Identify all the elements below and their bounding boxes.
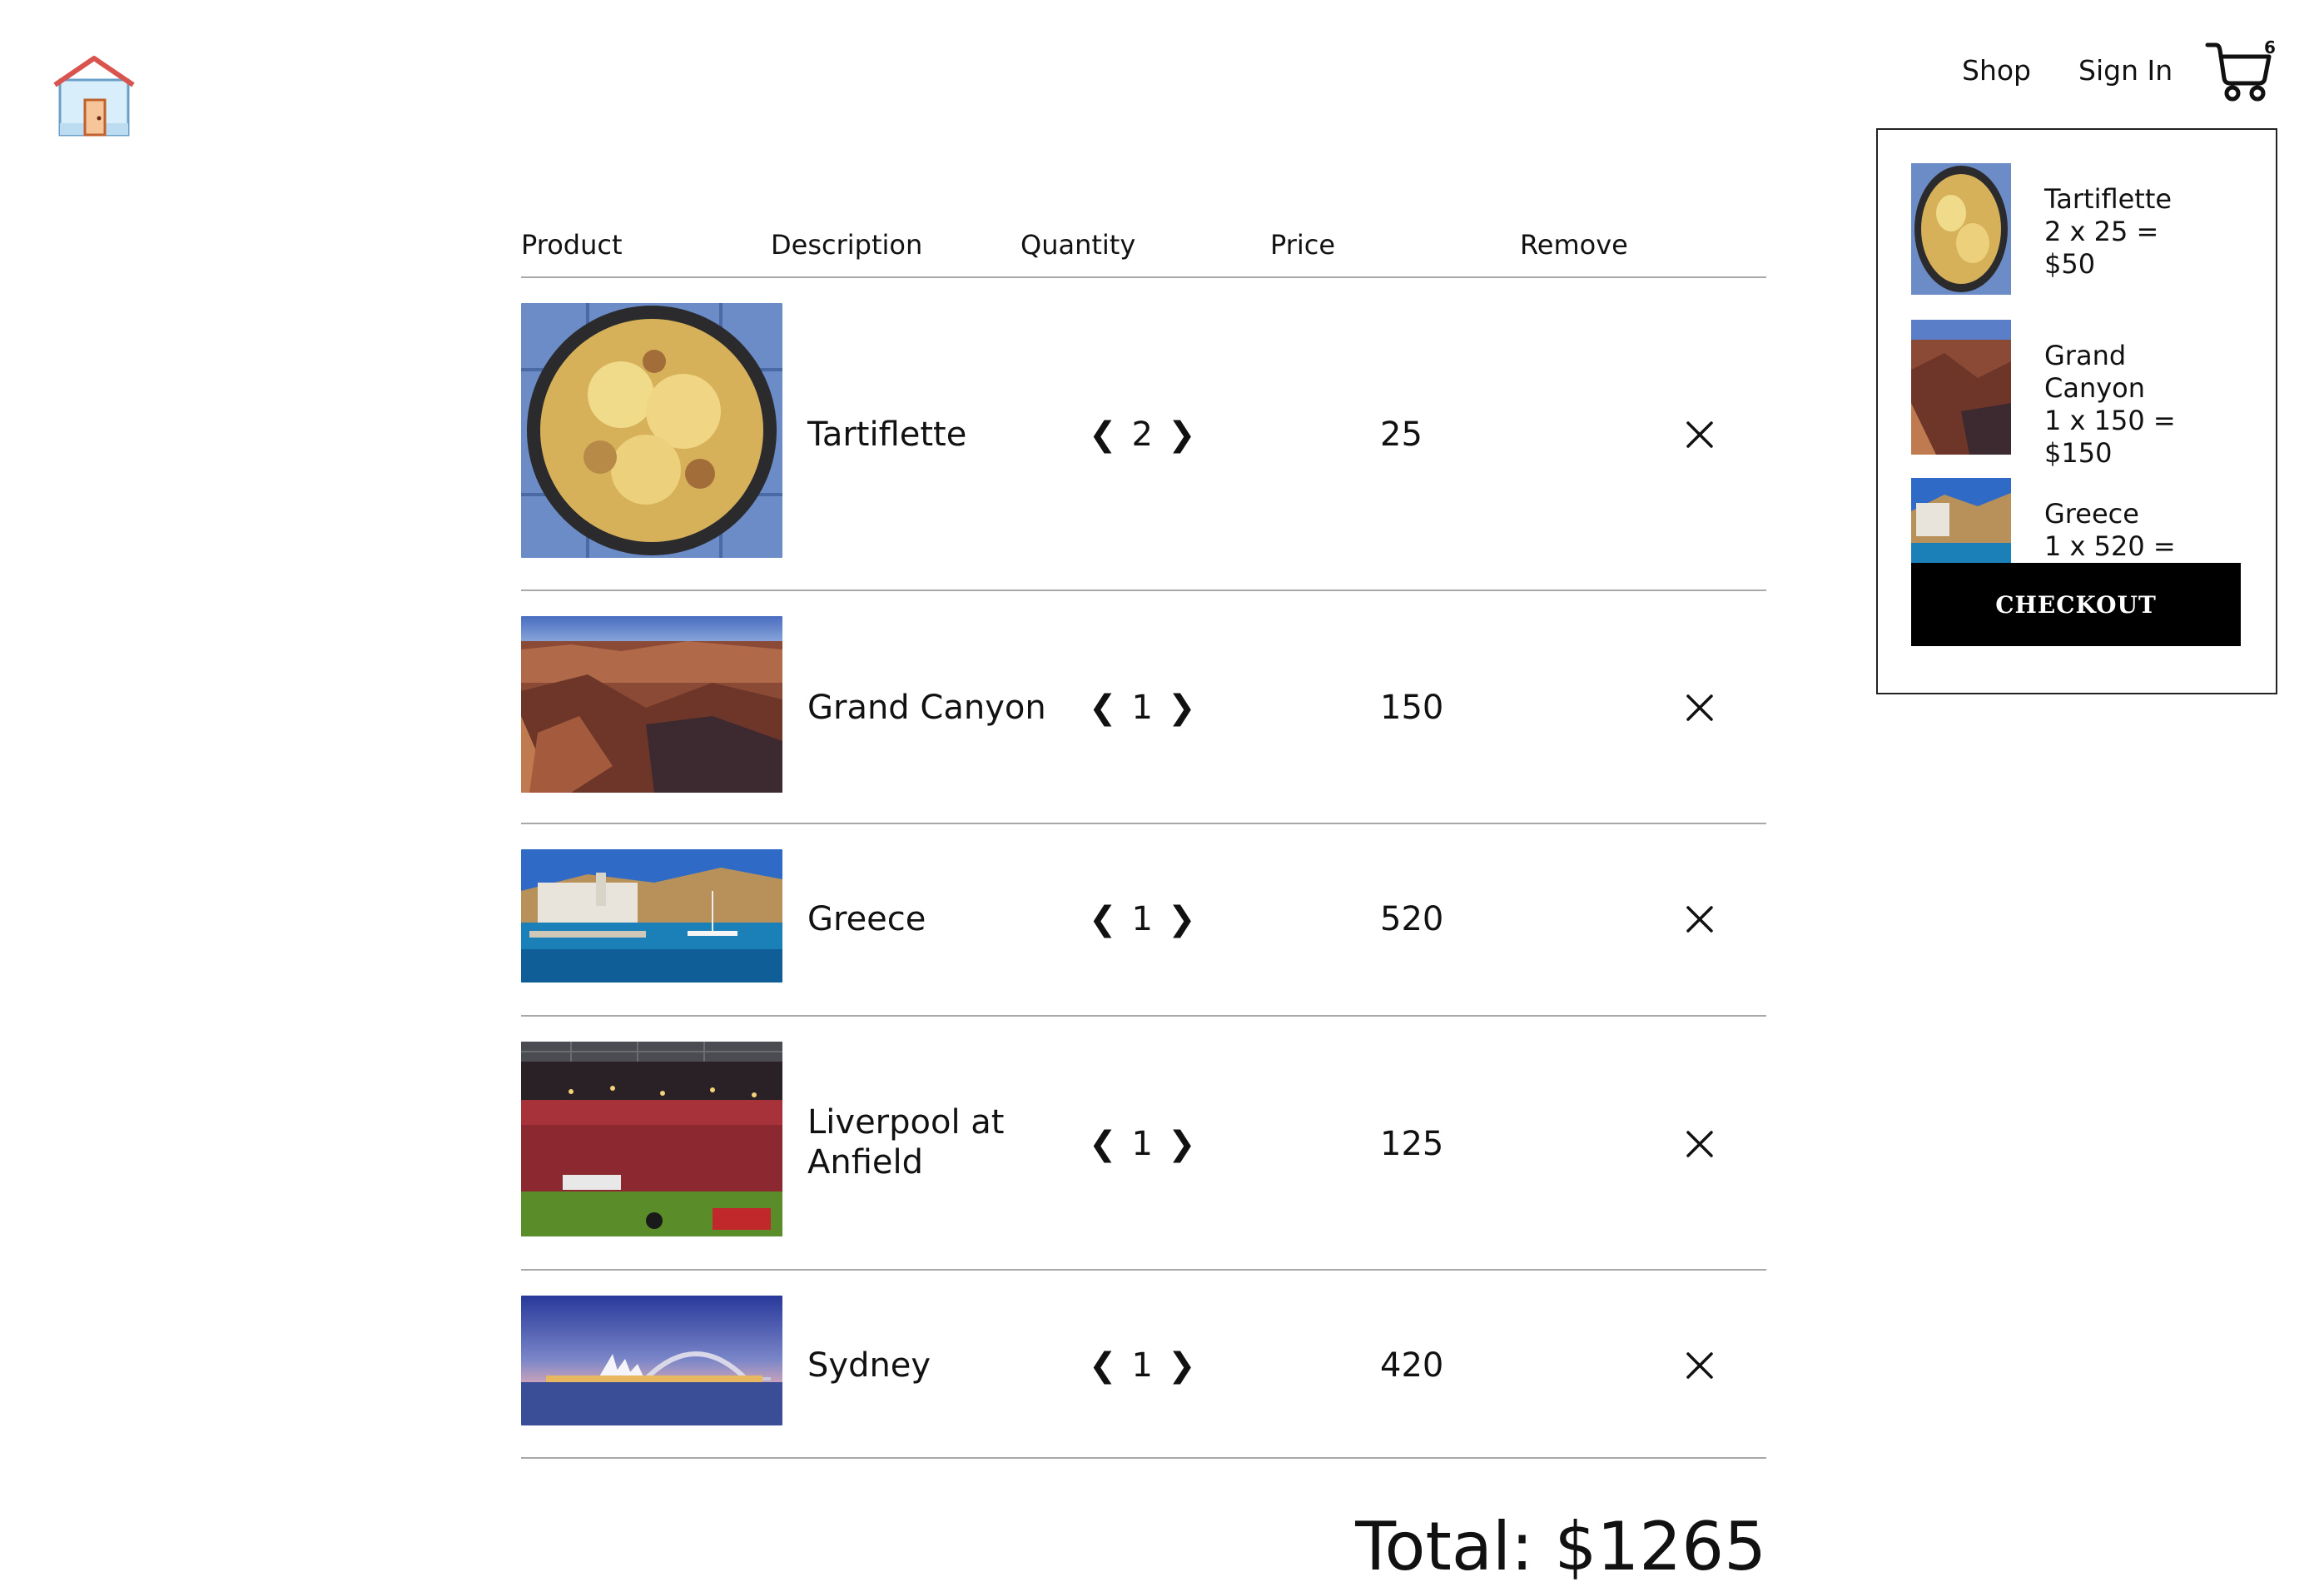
decrease-quantity-button[interactable]: ❮ [1089, 1124, 1117, 1164]
remove-button[interactable] [1683, 1127, 1716, 1161]
column-header-quantity: Quantity [1020, 229, 1136, 261]
increase-quantity-button[interactable]: ❯ [1168, 1124, 1196, 1164]
cart-item-line: Tartiflette [2044, 183, 2173, 215]
increase-quantity-button[interactable]: ❯ [1168, 1346, 1196, 1386]
decrease-quantity-button[interactable]: ❮ [1089, 688, 1117, 728]
quantity-value: 1 [1131, 900, 1153, 938]
product-image [521, 1042, 782, 1236]
product-description: Liverpool at Anfield [807, 1103, 1005, 1182]
order-total: Total: $1265 [1355, 1508, 1766, 1585]
row-divider [521, 1457, 1766, 1459]
quantity-value: 2 [1131, 415, 1153, 454]
cart-item-line: $50 [2044, 248, 2096, 280]
cart-item-line: Greece [2044, 498, 2139, 530]
product-price: 25 [1380, 415, 1423, 454]
quantity-stepper: ❮ 1 ❯ [1089, 1346, 1195, 1386]
close-icon [1686, 421, 1713, 448]
product-description: Greece [807, 900, 926, 938]
quantity-stepper: ❮ 1 ❯ [1089, 688, 1195, 728]
close-icon [1686, 694, 1713, 721]
product-image [521, 303, 782, 558]
cart-dropdown-list[interactable]: Tartiflette 2 x 25 = $50 Grand Canyon 1 … [1911, 163, 2252, 606]
quantity-stepper: ❮ 1 ❯ [1089, 899, 1195, 939]
cart-item-line: 1 x 520 = [2044, 530, 2176, 562]
product-description: Grand Canyon [807, 689, 1046, 727]
close-icon [1686, 906, 1713, 933]
cart-dropdown: Tartiflette 2 x 25 = $50 Grand Canyon 1 … [1876, 128, 2277, 694]
remove-button[interactable] [1683, 903, 1716, 936]
product-price: 520 [1380, 900, 1444, 938]
decrease-quantity-button[interactable]: ❮ [1089, 415, 1117, 455]
row-divider [521, 590, 1766, 591]
column-header-description: Description [771, 229, 923, 261]
product-price: 150 [1380, 689, 1444, 727]
remove-button[interactable] [1683, 1349, 1716, 1382]
quantity-value: 1 [1131, 1125, 1153, 1163]
nav-shop-link[interactable]: Shop [1962, 52, 2031, 90]
product-description: Tartiflette [807, 415, 967, 454]
checkout-button[interactable]: CHECKOUT [1911, 563, 2241, 646]
decrease-quantity-button[interactable]: ❮ [1089, 1346, 1117, 1386]
column-header-remove: Remove [1520, 229, 1628, 261]
cart-item-thumbnail [1911, 320, 2011, 455]
increase-quantity-button[interactable]: ❯ [1168, 688, 1196, 728]
product-price: 125 [1380, 1125, 1444, 1163]
cart-item-line: 2 x 25 = [2044, 216, 2159, 247]
product-image [521, 849, 782, 983]
cart-item-line: Grand [2044, 340, 2127, 371]
quantity-stepper: ❮ 2 ❯ [1089, 415, 1195, 455]
row-divider [521, 1269, 1766, 1271]
cart-item-line: Canyon [2044, 372, 2146, 404]
increase-quantity-button[interactable]: ❯ [1168, 899, 1196, 939]
table-divider [521, 276, 1766, 278]
home-logo[interactable] [52, 52, 137, 140]
house-icon [53, 56, 135, 137]
product-description: Sydney [807, 1346, 931, 1385]
cart-item-line: 1 x 150 = [2044, 405, 2176, 436]
product-image [521, 616, 782, 793]
increase-quantity-button[interactable]: ❯ [1168, 415, 1196, 455]
remove-button[interactable] [1683, 691, 1716, 724]
remove-button[interactable] [1683, 418, 1716, 451]
close-icon [1686, 1131, 1713, 1157]
cart-item-details: Grand Canyon 1 x 150 = $150 [2044, 340, 2236, 470]
column-header-price: Price [1270, 229, 1336, 261]
cart-item-details: Greece 1 x 520 = [2044, 498, 2236, 563]
cart-count-badge: 6 [2264, 37, 2276, 57]
quantity-stepper: ❮ 1 ❯ [1089, 1124, 1195, 1164]
product-image [521, 1296, 782, 1425]
cart-item-line: $150 [2044, 437, 2113, 469]
decrease-quantity-button[interactable]: ❮ [1089, 899, 1117, 939]
cart-item-details: Tartiflette 2 x 25 = $50 [2044, 183, 2236, 281]
row-divider [521, 1015, 1766, 1017]
cart-item-thumbnail [1911, 163, 2011, 295]
nav-signin-link[interactable]: Sign In [2078, 52, 2173, 90]
close-icon [1686, 1352, 1713, 1379]
row-divider [521, 823, 1766, 824]
product-price: 420 [1380, 1346, 1444, 1385]
column-header-product: Product [521, 229, 623, 261]
quantity-value: 1 [1131, 689, 1153, 727]
quantity-value: 1 [1131, 1346, 1153, 1385]
